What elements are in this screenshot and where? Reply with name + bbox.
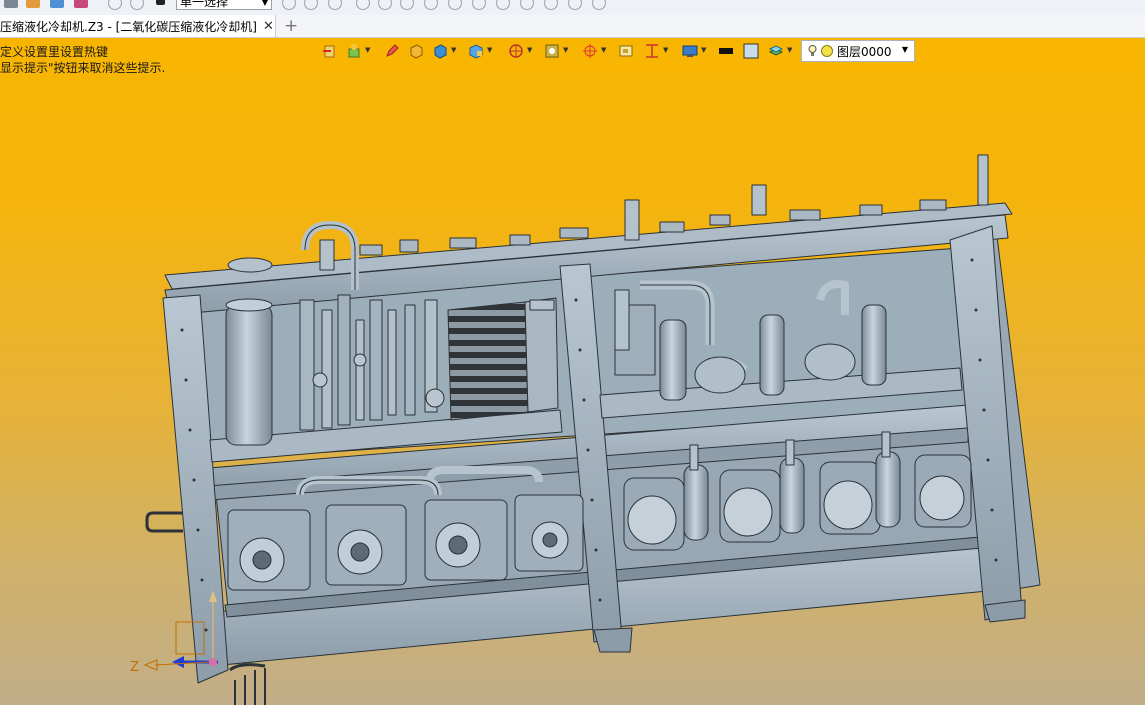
target-icon[interactable] <box>582 43 598 59</box>
layer-color-dot <box>821 45 833 57</box>
selection-mode-value: 单一选择 <box>180 0 229 9</box>
circle-tool-icon[interactable] <box>424 0 438 10</box>
pencil-icon[interactable] <box>384 43 400 59</box>
undo-icon[interactable] <box>108 0 122 10</box>
chevron-down-icon: ▼ <box>261 0 268 7</box>
render-mode-dropdown[interactable]: ▼ <box>365 46 370 54</box>
arc-tool-icon[interactable] <box>378 0 392 10</box>
layers-icon[interactable] <box>768 43 784 59</box>
measure-tool-icon[interactable] <box>544 0 558 10</box>
frame-dropdown[interactable]: ▼ <box>563 46 568 54</box>
white-color-swatch[interactable] <box>743 43 759 59</box>
display-dropdown[interactable]: ▼ <box>701 46 706 54</box>
shaded-box-icon[interactable] <box>432 43 448 59</box>
help-icon[interactable] <box>592 0 606 10</box>
settings-icon[interactable] <box>568 0 582 10</box>
quick-access-toolbar: 单一选择 ▼ <box>0 0 1145 16</box>
layer-name: 图层0000 <box>837 44 892 59</box>
snap-icon[interactable] <box>328 0 342 10</box>
document-tab-bar: 压缩液化冷却机.Z3 - [二氧化碳压缩液化冷却机] ✕ + <box>0 15 1145 38</box>
open-file-icon[interactable] <box>50 0 64 8</box>
redo-icon[interactable] <box>130 0 144 10</box>
view-toolbar: ▼ ▼ ▼ ▼ ▼ ▼ ▼ ▼ ▼ 图层0000 ▼ <box>320 40 920 62</box>
filter-icon[interactable] <box>282 0 296 10</box>
pick-icon[interactable] <box>304 0 318 10</box>
render-mode-icon[interactable] <box>346 43 362 59</box>
document-tab[interactable]: 压缩液化冷却机.Z3 - [二氧化碳压缩液化冷却机] ✕ <box>0 15 276 37</box>
document-tab-title: 压缩液化冷却机.Z3 - [二氧化碳压缩液化冷却机] <box>0 19 257 34</box>
section-view-icon[interactable] <box>508 43 524 59</box>
line-tool-icon[interactable] <box>356 0 370 10</box>
layers-dropdown[interactable]: ▼ <box>787 46 792 54</box>
black-color-swatch[interactable] <box>718 43 734 59</box>
refrigeration-unit-model[interactable]: Z <box>0 38 1145 705</box>
chevron-down-icon: ▼ <box>901 45 908 54</box>
close-icon[interactable]: ✕ <box>263 19 274 34</box>
z-axis-label: Z <box>130 660 139 675</box>
align-icon[interactable] <box>644 43 660 59</box>
layer-select[interactable]: 图层0000 ▼ <box>801 40 915 62</box>
section-dropdown[interactable]: ▼ <box>527 46 532 54</box>
view-cube-dropdown[interactable]: ▼ <box>487 46 492 54</box>
menu-icon[interactable] <box>4 0 18 8</box>
display-icon[interactable] <box>682 43 698 59</box>
hint-text-line1: 定义设置里设置热键 <box>0 45 109 59</box>
new-tab-button[interactable]: + <box>284 16 298 36</box>
align-dropdown[interactable]: ▼ <box>663 46 668 54</box>
mirror-tool-icon[interactable] <box>472 0 486 10</box>
stop-icon[interactable] <box>156 0 165 5</box>
exit-view-icon[interactable] <box>322 43 338 59</box>
lightbulb-icon[interactable] <box>808 45 817 57</box>
graphics-viewport[interactable]: Z 定义设置里设置热键 显示提示"按钮来取消这些提示. ▼ ▼ ▼ ▼ ▼ ▼ … <box>0 38 1145 705</box>
target-dropdown[interactable]: ▼ <box>601 46 606 54</box>
new-file-icon[interactable] <box>26 0 40 8</box>
shade-dropdown[interactable]: ▼ <box>451 46 456 54</box>
save-file-icon[interactable] <box>74 0 88 8</box>
trim-tool-icon[interactable] <box>496 0 510 10</box>
hint-text-line2: 显示提示"按钮来取消这些提示. <box>0 61 166 75</box>
solid-box-icon[interactable] <box>408 43 424 59</box>
point-tool-icon[interactable] <box>400 0 414 10</box>
rotate-tool-icon[interactable] <box>448 0 462 10</box>
view-cube-icon[interactable] <box>468 43 484 59</box>
select-box-icon[interactable] <box>618 43 634 59</box>
extend-tool-icon[interactable] <box>520 0 534 10</box>
frame-icon[interactable] <box>544 43 560 59</box>
selection-mode-select[interactable]: 单一选择 ▼ <box>176 0 272 10</box>
